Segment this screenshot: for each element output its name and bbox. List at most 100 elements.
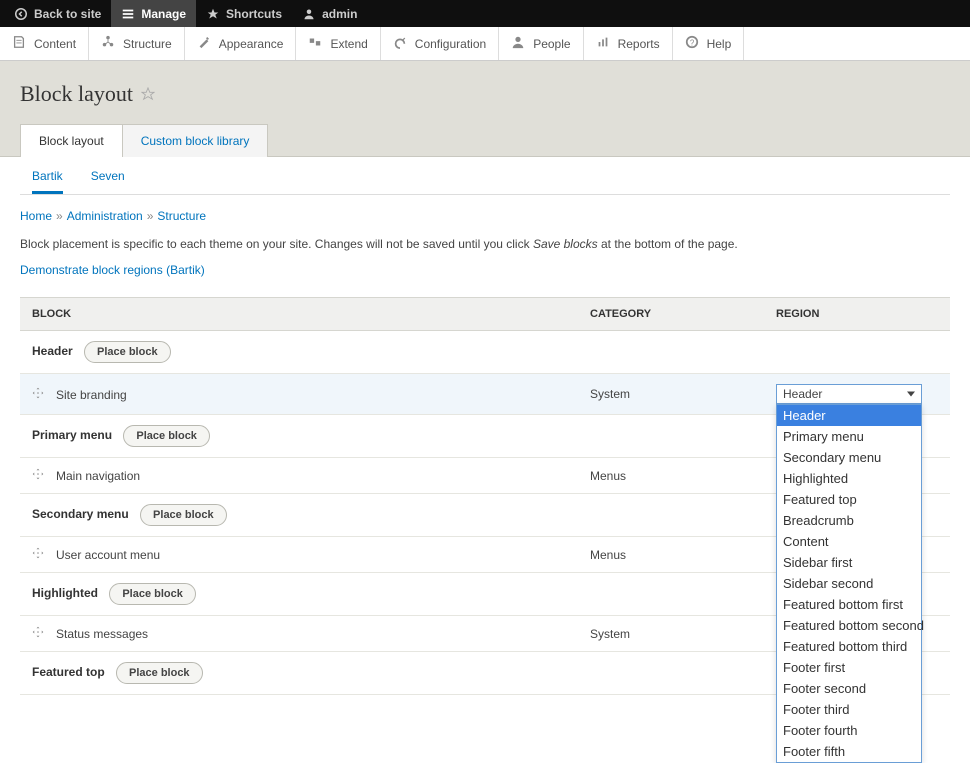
page-description: Block placement is specific to each them… bbox=[20, 237, 950, 251]
manage-button[interactable]: Manage bbox=[111, 0, 196, 27]
place-block-button[interactable]: Place block bbox=[140, 504, 227, 526]
place-block-button[interactable]: Place block bbox=[123, 425, 210, 447]
configuration-icon bbox=[393, 35, 407, 52]
admin-menu-extend[interactable]: Extend bbox=[296, 27, 380, 60]
select-option[interactable]: Featured bottom second bbox=[777, 615, 921, 636]
admin-menu: Content Structure Appearance Extend Configur… bbox=[0, 27, 970, 61]
place-block-button[interactable]: Place block bbox=[109, 583, 196, 605]
admin-menu-label: Structure bbox=[123, 37, 172, 51]
demo-regions-link[interactable]: Demonstrate block regions (Bartik) bbox=[20, 263, 205, 277]
select-option[interactable]: Footer fifth bbox=[777, 741, 921, 762]
admin-menu-label: Content bbox=[34, 37, 76, 51]
tab-block-layout[interactable]: Block layout bbox=[20, 124, 123, 157]
theme-tab-seven[interactable]: Seven bbox=[91, 169, 125, 194]
block-name: Main navigation bbox=[56, 469, 140, 483]
breadcrumb-separator: » bbox=[52, 209, 67, 223]
description-em: Save blocks bbox=[533, 237, 598, 251]
manage-label: Manage bbox=[141, 7, 186, 21]
place-block-button[interactable]: Place block bbox=[84, 341, 171, 363]
th-region: REGION bbox=[764, 298, 950, 331]
select-option[interactable]: Featured top bbox=[777, 489, 921, 510]
select-option[interactable]: Highlighted bbox=[777, 468, 921, 489]
admin-menu-people[interactable]: People bbox=[499, 27, 583, 60]
select-option[interactable]: Breadcrumb bbox=[777, 510, 921, 531]
admin-menu-reports[interactable]: Reports bbox=[584, 27, 673, 60]
breadcrumb-separator: » bbox=[143, 209, 158, 223]
region-name: Featured top bbox=[32, 665, 105, 679]
admin-menu-appearance[interactable]: Appearance bbox=[185, 27, 297, 60]
select-option[interactable]: Primary menu bbox=[777, 426, 921, 447]
block-region-cell: HeaderHeaderPrimary menuSecondary menuHi… bbox=[764, 374, 950, 415]
user-icon bbox=[302, 7, 316, 21]
tab-underline bbox=[20, 194, 950, 195]
reports-icon bbox=[596, 35, 610, 52]
admin-menu-structure[interactable]: Structure bbox=[89, 27, 185, 60]
block-category: System bbox=[578, 374, 764, 415]
block-category: Menus bbox=[578, 537, 764, 573]
region-row: Header Place block bbox=[20, 331, 950, 374]
block-table: BLOCK CATEGORY REGION Header Place block… bbox=[20, 297, 950, 695]
admin-menu-configuration[interactable]: Configuration bbox=[381, 27, 499, 60]
breadcrumb-link[interactable]: Administration bbox=[67, 209, 143, 223]
admin-menu-help[interactable]: ? Help bbox=[673, 27, 745, 60]
people-icon bbox=[511, 35, 525, 52]
page-title: Block layout bbox=[20, 81, 950, 107]
select-option[interactable]: Featured bottom first bbox=[777, 594, 921, 615]
block-name: Site branding bbox=[56, 388, 127, 402]
select-option[interactable]: Content bbox=[777, 531, 921, 552]
th-category: CATEGORY bbox=[578, 298, 764, 331]
admin-menu-label: People bbox=[533, 37, 570, 51]
favorite-star-icon[interactable] bbox=[141, 81, 155, 107]
breadcrumb: Home»Administration»Structure bbox=[20, 209, 950, 223]
admin-menu-label: Reports bbox=[618, 37, 660, 51]
admin-menu-label: Configuration bbox=[415, 37, 486, 51]
content-icon bbox=[12, 35, 26, 52]
shortcuts-label: Shortcuts bbox=[226, 7, 282, 21]
shortcuts-button[interactable]: Shortcuts bbox=[196, 0, 292, 27]
select-option[interactable]: Sidebar first bbox=[777, 552, 921, 573]
region-select[interactable]: HeaderHeaderPrimary menuSecondary menuHi… bbox=[776, 384, 922, 404]
select-option[interactable]: Secondary menu bbox=[777, 447, 921, 468]
move-handle-icon[interactable] bbox=[32, 547, 46, 561]
move-handle-icon[interactable] bbox=[32, 468, 46, 482]
breadcrumb-link[interactable]: Structure bbox=[157, 209, 206, 223]
region-select-list: HeaderPrimary menuSecondary menuHighligh… bbox=[776, 404, 922, 763]
select-option[interactable]: Footer first bbox=[777, 657, 921, 678]
region-name: Highlighted bbox=[32, 586, 98, 600]
select-option[interactable]: Footer second bbox=[777, 678, 921, 699]
structure-icon bbox=[101, 35, 115, 52]
top-toolbar: Back to site Manage Shortcuts admin bbox=[0, 0, 970, 27]
star-icon bbox=[206, 7, 220, 21]
help-icon: ? bbox=[685, 35, 699, 52]
select-option[interactable]: Footer third bbox=[777, 699, 921, 720]
admin-menu-label: Help bbox=[707, 37, 732, 51]
move-handle-icon[interactable] bbox=[32, 387, 46, 401]
select-option[interactable]: Footer fourth bbox=[777, 720, 921, 741]
back-icon bbox=[14, 7, 28, 21]
page-header: Block layout Block layoutCustom block li… bbox=[0, 61, 970, 157]
block-category: System bbox=[578, 616, 764, 652]
admin-menu-label: Appearance bbox=[219, 37, 284, 51]
tab-custom-block-library[interactable]: Custom block library bbox=[123, 124, 269, 157]
place-block-button[interactable]: Place block bbox=[116, 662, 203, 684]
select-option[interactable]: Sidebar second bbox=[777, 573, 921, 594]
region-select-value[interactable]: Header bbox=[776, 384, 922, 404]
description-pre: Block placement is specific to each them… bbox=[20, 237, 533, 251]
region-name: Primary menu bbox=[32, 428, 112, 442]
back-to-site-button[interactable]: Back to site bbox=[4, 0, 111, 27]
admin-menu-label: Extend bbox=[330, 37, 367, 51]
back-to-site-label: Back to site bbox=[34, 7, 101, 21]
extend-icon bbox=[308, 35, 322, 52]
block-name: User account menu bbox=[56, 548, 160, 562]
primary-tabs: Block layoutCustom block library bbox=[20, 123, 950, 156]
breadcrumb-link[interactable]: Home bbox=[20, 209, 52, 223]
select-option[interactable]: Featured bottom third bbox=[777, 636, 921, 657]
theme-tab-bartik[interactable]: Bartik bbox=[32, 169, 63, 194]
secondary-tabs: Bartik Seven bbox=[20, 157, 950, 194]
block-row: Site branding System HeaderHeaderPrimary m… bbox=[20, 374, 950, 415]
select-option[interactable]: Header bbox=[777, 405, 921, 426]
region-name: Secondary menu bbox=[32, 507, 129, 521]
move-handle-icon[interactable] bbox=[32, 626, 46, 640]
user-button[interactable]: admin bbox=[292, 0, 367, 27]
admin-menu-content[interactable]: Content bbox=[0, 27, 89, 60]
